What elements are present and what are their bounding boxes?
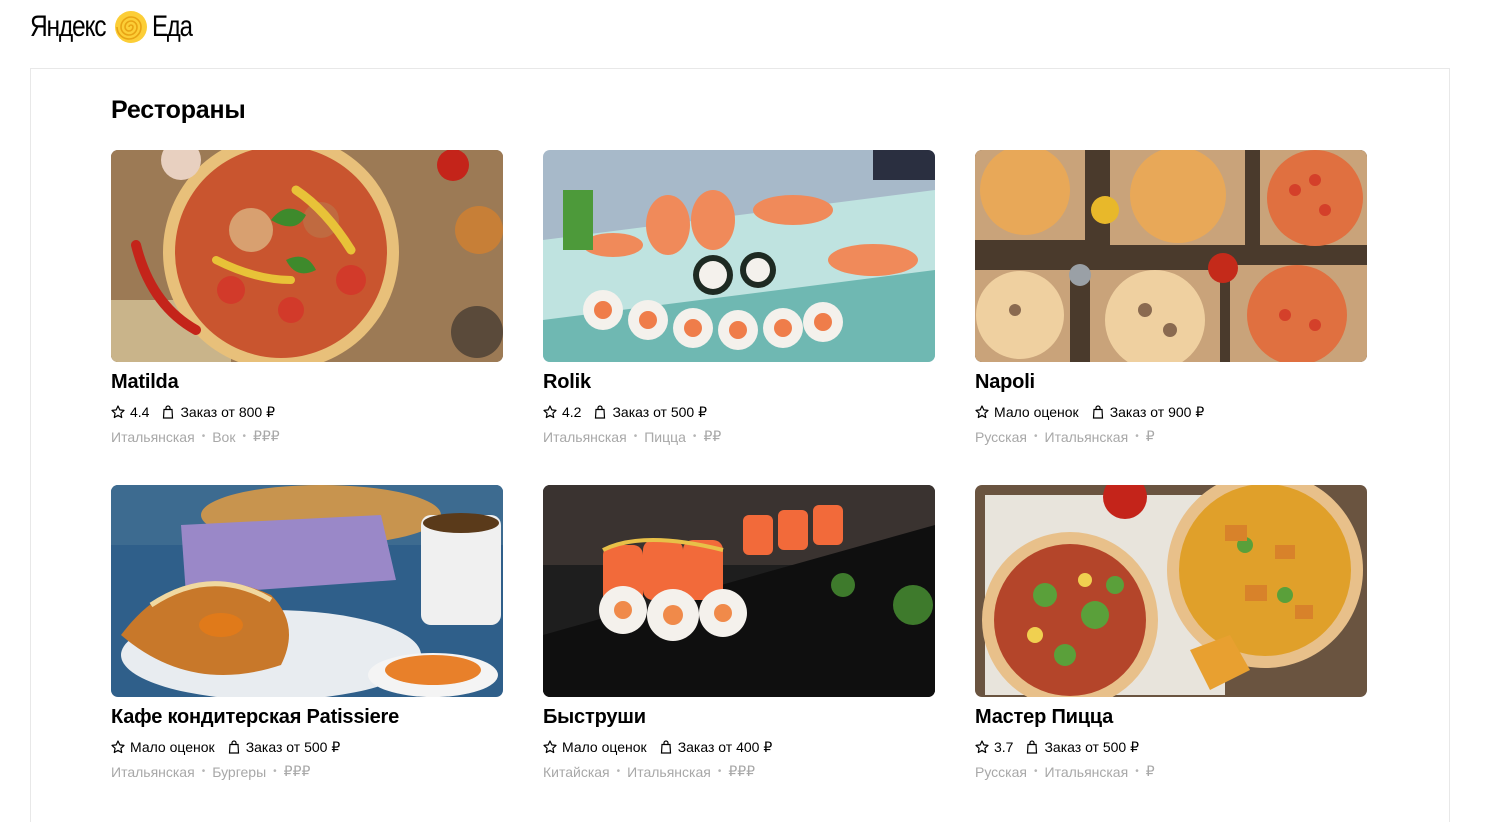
rating-value: 4.2 — [562, 404, 582, 420]
restaurant-name: Rolik — [543, 371, 591, 393]
restaurant-card[interactable]: Быструши Мало оценок Заказ от 400 ₽ Кита… — [543, 485, 935, 795]
star-icon — [111, 405, 125, 419]
tag-separator: • — [242, 431, 246, 442]
shopping-bag-icon — [1092, 405, 1103, 419]
restaurant-card[interactable]: Мастер Пицца 3.7 Заказ от 500 ₽ Русская •… — [975, 485, 1367, 795]
cuisine-tag: Китайская — [543, 763, 610, 780]
shopping-bag-icon — [595, 405, 606, 419]
cuisine-tag: Итальянская — [1044, 428, 1129, 445]
rating-value: 3.7 — [994, 739, 1014, 755]
rating-value: Мало оценок — [994, 404, 1079, 420]
shopping-bag-icon — [1027, 740, 1038, 754]
price-level: ₽ — [1145, 428, 1155, 444]
yandex-eda-logo[interactable]: Яндекс Еда — [30, 10, 202, 44]
price-level: ₽₽₽ — [252, 428, 280, 444]
restaurant-name: Napoli — [975, 371, 1035, 393]
sushi-platter-photo — [543, 150, 935, 362]
tag-separator: • — [1135, 431, 1139, 442]
rating-value: Мало оценок — [130, 739, 215, 755]
price-level: ₽ — [1145, 763, 1155, 779]
tag-separator: • — [201, 766, 206, 777]
logo-text-yandex: Яндекс — [30, 10, 107, 43]
min-order: Заказ от 400 ₽ — [677, 738, 773, 755]
restaurant-tags: Итальянская • Вок • ₽₽₽ — [111, 428, 280, 445]
cuisine-tag: Бургеры — [212, 763, 267, 780]
star-icon — [543, 405, 557, 419]
tag-separator: • — [1135, 766, 1139, 777]
tag-separator: • — [692, 431, 697, 442]
price-level: ₽₽₽ — [728, 763, 756, 779]
tag-separator: • — [1033, 431, 1038, 442]
restaurant-card[interactable]: Rolik 4.2 Заказ от 500 ₽ Итальянская • Пиц… — [543, 150, 935, 460]
shopping-bag-icon — [660, 740, 671, 754]
restaurant-tags: Итальянская • Пицца • ₽₽ — [543, 428, 721, 445]
tag-separator: • — [201, 431, 206, 442]
min-order: Заказ от 500 ₽ — [1044, 738, 1140, 755]
restaurant-meta: Мало оценок Заказ от 500 ₽ — [111, 738, 352, 756]
rating-value: 4.4 — [130, 404, 150, 420]
restaurant-tags: Русская • Итальянская • ₽ — [975, 763, 1155, 780]
two-pizzas-photo — [975, 485, 1367, 697]
cuisine-tag: Итальянская — [111, 428, 195, 445]
star-icon — [975, 740, 989, 754]
restaurant-tags: Итальянская • Бургеры • ₽₽₽ — [111, 763, 310, 780]
restaurant-tags: Русская • Итальянская • ₽ — [975, 428, 1155, 445]
cuisine-tag: Итальянская — [111, 763, 195, 780]
min-order: Заказ от 900 ₽ — [1109, 403, 1205, 420]
tag-separator: • — [1033, 766, 1038, 777]
price-level: ₽₽₽ — [283, 763, 311, 779]
shopping-bag-icon — [228, 740, 239, 754]
restaurant-name: Кафе кондитерская Patissiere — [111, 706, 400, 728]
cuisine-tag: Пицца — [644, 428, 686, 445]
restaurant-meta: 3.7 Заказ от 500 ₽ — [975, 738, 1151, 756]
cuisine-tag: Русская — [975, 763, 1027, 780]
rating-value: Мало оценок — [562, 739, 647, 755]
tag-separator: • — [717, 766, 722, 777]
shopping-bag-icon — [163, 405, 174, 419]
sushi-rolls-photo — [543, 485, 935, 697]
star-icon — [543, 740, 557, 754]
restaurant-card[interactable]: Napoli Мало оценок Заказ от 900 ₽ Русска… — [975, 150, 1367, 460]
pizza-photo — [111, 150, 503, 362]
star-icon — [111, 740, 125, 754]
pizzas-in-boxes-photo — [975, 150, 1367, 362]
restaurant-name: Быструши — [543, 706, 646, 728]
restaurant-meta: Мало оценок Заказ от 400 ₽ — [543, 738, 784, 756]
restaurant-card[interactable]: Кафе кондитерская Patissiere Мало оценок… — [111, 485, 503, 795]
logo-text-eda: Еда — [152, 10, 193, 43]
restaurant-name: Matilda — [111, 371, 179, 393]
cuisine-tag: Итальянская — [627, 763, 711, 780]
tag-separator: • — [633, 431, 638, 442]
tag-separator: • — [616, 766, 621, 777]
restaurant-name: Мастер Пицца — [975, 706, 1114, 728]
cuisine-tag: Вок — [212, 428, 236, 445]
restaurant-meta: 4.4 Заказ от 800 ₽ — [111, 403, 287, 421]
restaurant-meta: Мало оценок Заказ от 900 ₽ — [975, 403, 1216, 421]
min-order: Заказ от 800 ₽ — [180, 403, 276, 420]
min-order: Заказ от 500 ₽ — [612, 403, 708, 420]
page-title: Рестораны — [111, 96, 246, 124]
spiral-logo-icon — [115, 11, 147, 43]
cuisine-tag: Русская — [975, 428, 1027, 445]
pastries-photo — [111, 485, 503, 697]
restaurant-card[interactable]: Matilda 4.4 Заказ от 800 ₽ Итальянская • В… — [111, 150, 503, 460]
tag-separator: • — [273, 766, 277, 777]
restaurant-tags: Китайская • Итальянская • ₽₽₽ — [543, 763, 755, 780]
cuisine-tag: Итальянская — [1044, 763, 1129, 780]
restaurant-meta: 4.2 Заказ от 500 ₽ — [543, 403, 719, 421]
star-icon — [975, 405, 989, 419]
price-level: ₽₽ — [703, 428, 722, 444]
header: Яндекс Еда — [0, 0, 1498, 68]
cuisine-tag: Итальянская — [543, 428, 627, 445]
min-order: Заказ от 500 ₽ — [245, 738, 341, 755]
